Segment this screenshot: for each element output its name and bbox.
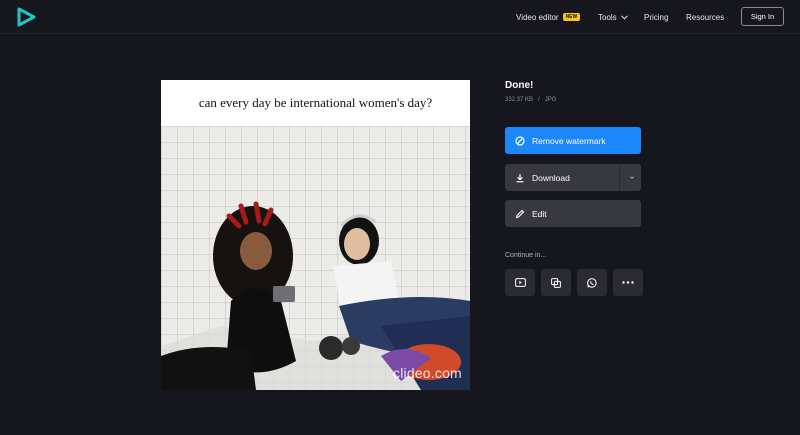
nav-video-editor[interactable]: Video editor NEW <box>516 0 581 34</box>
sign-in-button[interactable]: Sign In <box>741 7 784 26</box>
nav-video-editor-label: Video editor <box>516 12 559 22</box>
nav-pricing-label: Pricing <box>644 12 669 22</box>
continue-whatsapp-button[interactable] <box>577 269 607 296</box>
nav-resources-label: Resources <box>686 12 725 22</box>
file-size: 332.37 KB <box>505 97 534 103</box>
done-title: Done! <box>505 80 534 91</box>
continue-in-label: Continue in... <box>505 252 547 259</box>
nav-tools[interactable]: Tools <box>598 0 628 34</box>
remove-watermark-label: Remove watermark <box>532 135 606 146</box>
new-badge: NEW <box>562 13 581 21</box>
merge-icon <box>551 277 561 288</box>
download-button[interactable]: Download <box>505 164 641 191</box>
continue-in-options <box>505 269 643 296</box>
caption-band: can every day be international women's d… <box>161 80 470 126</box>
meta-separator: / <box>538 97 540 103</box>
download-options-toggle[interactable] <box>619 164 641 191</box>
result-panel: Done! 332.37 KB / JPG Remove watermark D… <box>505 80 643 296</box>
download-icon <box>516 173 524 182</box>
nav-tools-label: Tools <box>598 12 617 22</box>
clideo-logo-icon[interactable] <box>16 7 36 27</box>
no-symbol-icon <box>515 135 525 146</box>
preview-photo <box>161 126 470 390</box>
top-bar: Video editor NEW Tools Pricing Resources… <box>0 0 800 34</box>
download-label: Download <box>532 172 570 183</box>
image-preview: can every day be international women's d… <box>161 80 470 390</box>
image-caption: can every day be international women's d… <box>198 95 433 110</box>
chevron-down-icon <box>620 14 628 20</box>
more-icon <box>622 281 634 284</box>
chevron-down-icon <box>630 176 634 179</box>
more-options-button[interactable] <box>613 269 643 296</box>
pencil-icon <box>515 209 525 218</box>
edit-label: Edit <box>532 208 547 219</box>
file-type: JPG <box>544 97 557 103</box>
continue-merge-button[interactable] <box>541 269 571 296</box>
edit-button[interactable]: Edit <box>505 200 641 227</box>
remove-watermark-button[interactable]: Remove watermark <box>505 127 641 154</box>
nav-pricing[interactable]: Pricing <box>644 0 668 34</box>
file-meta: 332.37 KB / JPG <box>505 97 641 103</box>
continue-video-button[interactable] <box>505 269 535 296</box>
nav-resources[interactable]: Resources <box>686 0 724 34</box>
watermark-text: clideo.com <box>393 365 462 381</box>
whatsapp-icon <box>587 277 597 288</box>
video-icon <box>514 278 526 287</box>
